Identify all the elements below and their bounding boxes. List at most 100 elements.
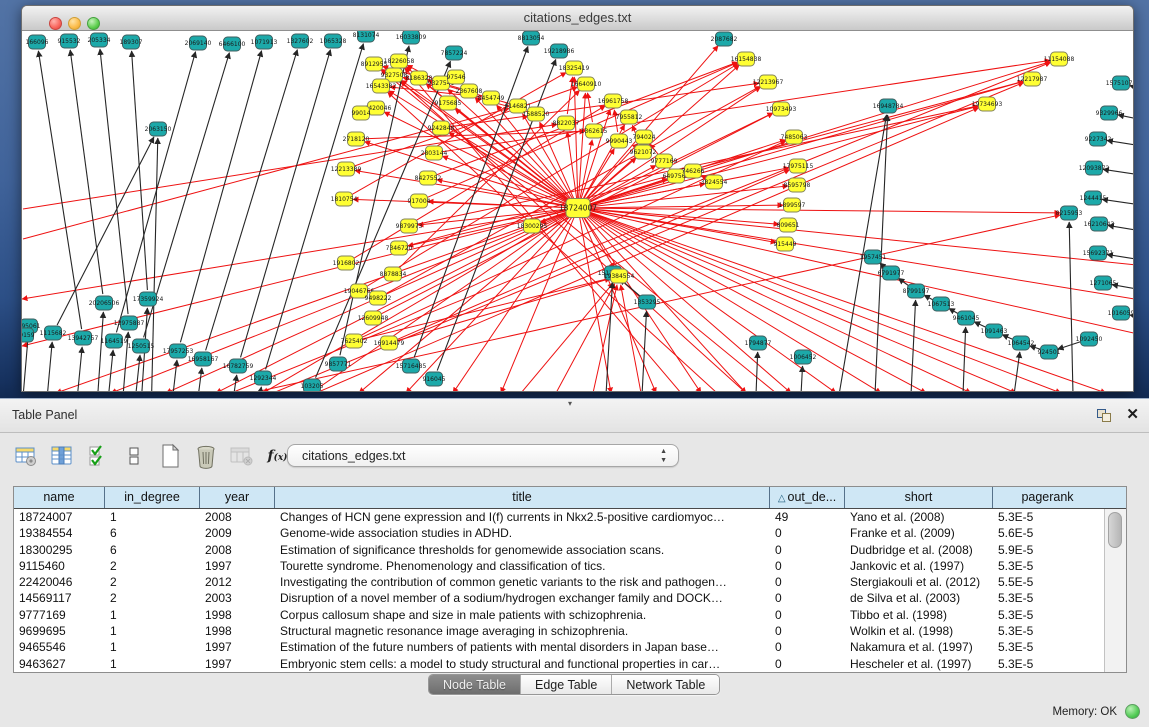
citation-edge-red[interactable] — [556, 284, 615, 392]
table-cell[interactable]: 0 — [770, 558, 845, 574]
citation-edge-black[interactable] — [75, 347, 82, 392]
table-row[interactable]: 1456911722003Disruption of a novel membe… — [14, 590, 1126, 606]
table-cell[interactable]: 5.3E-5 — [993, 607, 1102, 623]
table-cell[interactable]: Wolkin et al. (1998) — [845, 623, 993, 639]
table-cell[interactable]: Hescheler et al. (1997) — [845, 656, 993, 672]
table-settings-icon[interactable] — [12, 442, 39, 469]
citation-edge-red[interactable] — [23, 124, 557, 209]
table-row[interactable]: 2242004622012Investigating the contribut… — [14, 574, 1126, 590]
table-cell[interactable]: 2 — [105, 590, 200, 606]
table-cell[interactable]: 1997 — [200, 639, 275, 655]
table-cell[interactable]: 5.3E-5 — [993, 558, 1102, 574]
table-cell[interactable]: 6 — [105, 542, 200, 558]
citation-edge-black[interactable] — [170, 360, 177, 392]
table-cell[interactable]: 1 — [105, 509, 200, 525]
table-cell[interactable]: 1 — [105, 623, 200, 639]
citation-edge-black[interactable] — [924, 295, 933, 300]
citation-edge-black[interactable] — [1002, 335, 1013, 340]
table-cell[interactable]: 2008 — [200, 509, 275, 525]
table-cell[interactable]: 5.3E-5 — [993, 509, 1102, 525]
table-row[interactable]: 911546021997Tourette syndrome. Phenomeno… — [14, 558, 1126, 574]
citation-edge-black[interactable] — [206, 50, 298, 351]
table-cell[interactable]: 22420046 — [14, 574, 105, 590]
citation-edge-black[interactable] — [1014, 352, 1020, 392]
table-cell[interactable]: 6 — [105, 525, 200, 541]
citation-edge-black[interactable] — [974, 322, 986, 327]
table-cell[interactable]: 0 — [770, 590, 845, 606]
table-row[interactable]: 1938455462009Genome-wide association stu… — [14, 525, 1126, 541]
table-cell[interactable]: Structural magnetic resonance image aver… — [275, 623, 770, 639]
tab-node-table[interactable]: Node Table — [429, 675, 520, 694]
table-cell[interactable]: 49 — [770, 509, 845, 525]
column-display-icon[interactable] — [48, 442, 75, 469]
citation-edge-black[interactable] — [266, 44, 364, 370]
table-cell[interactable]: Franke et al. (2009) — [845, 525, 993, 541]
table-selector-dropdown[interactable]: citations_edges.txt ▲▼ — [287, 444, 679, 467]
network-canvas[interactable]: 1660969155322053341893072069140646610010… — [22, 31, 1133, 392]
citation-edge-black[interactable] — [132, 51, 148, 290]
table-cell[interactable]: 0 — [770, 525, 845, 541]
tab-edge-table[interactable]: Edge Table — [520, 675, 611, 694]
table-cell[interactable]: 2012 — [200, 574, 275, 590]
table-cell[interactable]: 2008 — [200, 542, 275, 558]
citation-edge-black[interactable] — [255, 387, 261, 392]
citation-edge-black[interactable] — [756, 352, 758, 392]
table-cell[interactable]: 1998 — [200, 607, 275, 623]
column-header-year[interactable]: year — [200, 487, 275, 508]
memory-status-indicator[interactable] — [1125, 704, 1140, 719]
table-cell[interactable]: 9463627 — [14, 656, 105, 672]
table-cell[interactable]: 0 — [770, 607, 845, 623]
table-cell[interactable]: Nakamura et al. (1997) — [845, 639, 993, 655]
table-cell[interactable]: de Silva et al. (2003) — [845, 590, 993, 606]
table-cell[interactable]: Dudbridge et al. (2008) — [845, 542, 993, 558]
citation-edge-black[interactable] — [96, 312, 103, 392]
citation-edge-black[interactable] — [22, 335, 28, 392]
table-cell[interactable]: Corpus callosum shape and size in male p… — [275, 607, 770, 623]
citation-edge-black[interactable] — [949, 308, 958, 313]
column-header-title[interactable]: title — [275, 487, 770, 508]
citation-edge-red[interactable] — [587, 62, 1051, 206]
column-header-short[interactable]: short — [845, 487, 993, 508]
table-cell[interactable]: 0 — [770, 574, 845, 590]
table-cell[interactable]: 0 — [770, 542, 845, 558]
citation-edge-red[interactable] — [443, 60, 1050, 151]
table-cell[interactable]: 1997 — [200, 656, 275, 672]
citation-edge-red[interactable] — [363, 278, 611, 339]
float-panel-icon[interactable] — [1097, 406, 1114, 423]
table-row[interactable]: 946554611997Estimation of the future num… — [14, 639, 1126, 655]
citation-edge-red[interactable] — [585, 214, 791, 392]
delete-column-icon[interactable] — [228, 442, 255, 469]
table-cell[interactable]: 5.3E-5 — [993, 639, 1102, 655]
table-cell[interactable]: 9699695 — [14, 623, 105, 639]
citation-edge-red[interactable] — [586, 213, 881, 392]
citation-edge-black[interactable] — [230, 375, 237, 392]
tab-network-table[interactable]: Network Table — [611, 675, 719, 694]
table-cell[interactable]: 2003 — [200, 590, 275, 606]
table-cell[interactable]: 0 — [770, 623, 845, 639]
column-header-in-degree[interactable]: in_degree — [105, 487, 200, 508]
citation-edge-black[interactable] — [45, 342, 52, 392]
table-cell[interactable]: 2009 — [200, 525, 275, 541]
table-cell[interactable]: Tibbo et al. (1998) — [845, 607, 993, 623]
table-cell[interactable]: Changes of HCN gene expression and I(f) … — [275, 509, 770, 525]
table-cell[interactable]: 1997 — [200, 558, 275, 574]
table-cell[interactable]: 1998 — [200, 623, 275, 639]
table-cell[interactable]: Stergiakouli et al. (2012) — [845, 574, 993, 590]
table-cell[interactable]: 1 — [105, 607, 200, 623]
table-cell[interactable]: 5.3E-5 — [993, 623, 1102, 639]
table-row[interactable]: 969969511998Structural magnetic resonanc… — [14, 623, 1126, 639]
table-row[interactable]: 1830029562008Estimation of significance … — [14, 542, 1126, 558]
citation-edge-black[interactable] — [911, 300, 916, 392]
column-header-name[interactable]: name — [14, 487, 105, 508]
citation-edge-black[interactable] — [801, 366, 803, 392]
citation-edge-black[interactable] — [38, 51, 81, 329]
citation-edge-red[interactable] — [501, 216, 575, 392]
table-cell[interactable]: Estimation of significance thresholds fo… — [275, 542, 770, 558]
select-columns-icon[interactable] — [84, 442, 111, 469]
citation-edge-black[interactable] — [133, 355, 140, 392]
table-vertical-scrollbar[interactable] — [1104, 509, 1126, 672]
table-cell[interactable]: 5.9E-5 — [993, 542, 1102, 558]
table-cell[interactable]: 9465546 — [14, 639, 105, 655]
table-row[interactable]: 1872400712008Changes of HCN gene express… — [14, 509, 1126, 525]
table-cell[interactable]: Embryonic stem cells: a model to study s… — [275, 656, 770, 672]
